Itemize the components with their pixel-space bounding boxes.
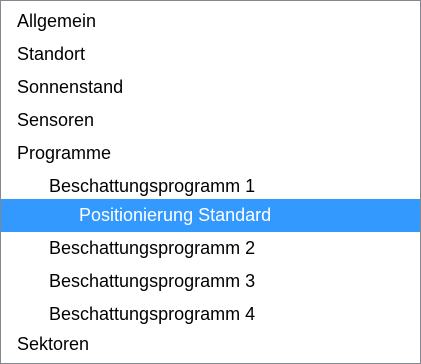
tree-item-label: Positionierung Standard	[79, 205, 272, 225]
tree-item-beschattungsprogramm-2[interactable]: Beschattungsprogramm 2	[1, 232, 420, 265]
tree-item-label: Allgemein	[17, 11, 97, 31]
tree-item-programme[interactable]: Programme	[1, 137, 420, 170]
tree-item-standort[interactable]: Standort	[1, 38, 420, 71]
tree-item-beschattungsprogramm-4[interactable]: Beschattungsprogramm 4	[1, 298, 420, 331]
tree-item-label: Programme	[17, 143, 112, 163]
tree-item-label: Beschattungsprogramm 4	[49, 304, 256, 324]
tree-item-label: Beschattungsprogramm 3	[49, 271, 256, 291]
tree-item-beschattungsprogramm-3[interactable]: Beschattungsprogramm 3	[1, 265, 420, 298]
tree-item-label: Sektoren	[17, 334, 90, 354]
settings-tree-view[interactable]: Allgemein Standort Sonnenstand Sensoren …	[0, 0, 421, 364]
tree-item-label: Sensoren	[17, 110, 95, 130]
tree-item-label: Standort	[17, 44, 86, 64]
tree-item-positionierung-standard[interactable]: Positionierung Standard	[1, 199, 420, 232]
tree-item-sonnenstand[interactable]: Sonnenstand	[1, 71, 420, 104]
tree-item-label: Beschattungsprogramm 2	[49, 238, 256, 258]
tree-item-label: Sonnenstand	[17, 77, 124, 97]
tree-item-sensoren[interactable]: Sensoren	[1, 104, 420, 137]
tree-item-allgemein[interactable]: Allgemein	[1, 5, 420, 38]
tree-item-sektoren[interactable]: Sektoren	[1, 328, 420, 361]
